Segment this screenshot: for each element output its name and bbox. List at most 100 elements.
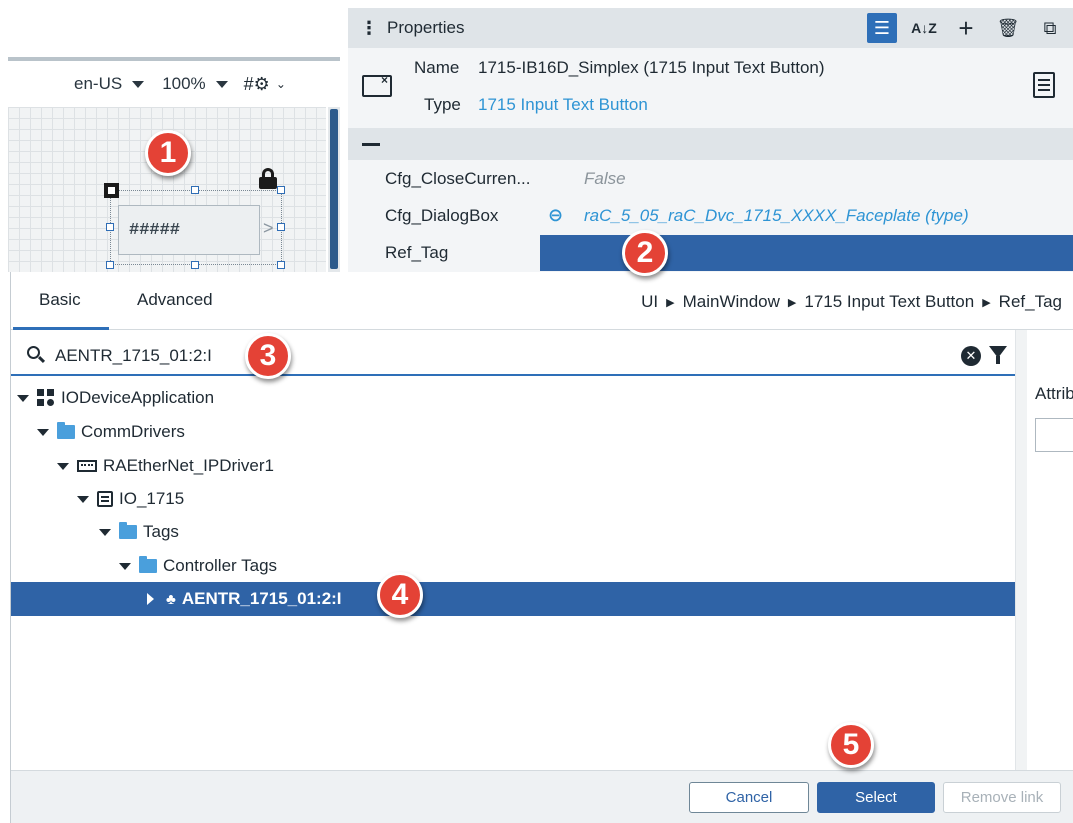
property-row[interactable]: Cfg_CloseCurren... False: [348, 161, 1073, 197]
expand-caret-icon[interactable]: [119, 562, 131, 570]
resize-handle[interactable]: [277, 261, 285, 269]
grid-settings-button[interactable]: #⚙ ⌄: [240, 74, 290, 95]
canvas-top-area: [8, 0, 340, 57]
properties-group-header[interactable]: [348, 128, 1073, 160]
property-label: Cfg_CloseCurren...: [385, 169, 531, 188]
resize-handle[interactable]: [277, 186, 285, 194]
collapse-icon[interactable]: [362, 143, 380, 146]
tree-node-label: Tags: [143, 522, 179, 541]
resize-handle[interactable]: [277, 223, 285, 231]
chevron-down-icon: [132, 80, 145, 88]
tree-node[interactable]: IO_1715: [11, 482, 1015, 516]
zoom-select[interactable]: 100%: [156, 68, 234, 100]
tag-browser-dialog: Basic Advanced UI ▶ MainWindow ▶ 1715 In…: [10, 272, 1073, 823]
callout-marker: 2: [622, 230, 668, 276]
tree-node-label: RAEtherNet_IPDriver1: [103, 456, 275, 475]
properties-identity: Name 1715-IB16D_Simplex (1715 Input Text…: [348, 48, 1073, 128]
locale-select[interactable]: en-US: [68, 68, 151, 100]
breadcrumb-item[interactable]: MainWindow: [683, 292, 780, 312]
zoom-select-value: 100%: [162, 74, 206, 93]
chevron-right-icon: ▶: [787, 296, 797, 309]
grid-settings-icon: #⚙: [243, 73, 270, 94]
tree-node[interactable]: IODeviceApplication: [11, 381, 1015, 415]
tab-advanced[interactable]: Advanced: [137, 290, 213, 310]
properties-header: ⋮ Properties ☰ A↓Z + 🗑 ⧉: [348, 8, 1073, 48]
chevron-right-icon: ▶: [666, 296, 675, 309]
callout-marker: 4: [377, 572, 423, 618]
property-value-link[interactable]: raC_5_05_raC_Dvc_1715_XXXX_Faceplate (ty…: [584, 206, 969, 226]
resize-handle[interactable]: [191, 261, 199, 269]
breadcrumb: UI ▶ MainWindow ▶ 1715 Input Text Button…: [641, 292, 1062, 312]
name-value[interactable]: 1715-IB16D_Simplex (1715 Input Text Butt…: [478, 58, 825, 78]
property-label: Cfg_DialogBox: [385, 206, 499, 225]
tree-node-label: IO_1715: [119, 489, 185, 508]
resize-handle[interactable]: [106, 261, 114, 269]
select-button[interactable]: Select: [817, 782, 935, 813]
chevron-down-icon: [215, 80, 228, 88]
resize-handle[interactable]: [106, 223, 114, 231]
tag-search-input[interactable]: [55, 342, 255, 370]
popout-icon[interactable]: ⧉: [1035, 13, 1065, 43]
network-driver-icon: [77, 460, 97, 472]
callout-marker: 3: [245, 333, 291, 379]
expand-caret-icon[interactable]: [17, 394, 29, 402]
tab-basic[interactable]: Basic: [39, 290, 81, 310]
dialog-tabs: Basic Advanced UI ▶ MainWindow ▶ 1715 In…: [11, 272, 1073, 330]
delete-icon[interactable]: 🗑: [993, 13, 1023, 43]
tree-node-label: CommDrivers: [81, 422, 185, 441]
expand-caret-icon[interactable]: [37, 428, 49, 436]
link-icon[interactable]: ⊖: [548, 205, 570, 227]
drivers-folder-icon: [57, 422, 75, 439]
name-label: Name: [414, 58, 460, 77]
more-options-icon[interactable]: ⋮: [360, 18, 378, 39]
ref-tag-value-field[interactable]: [540, 235, 1073, 271]
property-value[interactable]: False: [584, 169, 626, 189]
type-link[interactable]: 1715 Input Text Button: [478, 95, 648, 115]
breadcrumb-item[interactable]: UI: [641, 292, 658, 312]
tree-node-selected[interactable]: ♣ AENTR_1715_01:2:I: [11, 582, 1015, 616]
sort-categorized-icon[interactable]: ☰: [867, 13, 897, 43]
breadcrumb-item[interactable]: 1715 Input Text Button: [804, 292, 974, 312]
search-icon: [27, 346, 46, 364]
canvas-scrollbar-thumb[interactable]: [330, 109, 338, 269]
tree-node[interactable]: RAEtherNet_IPDriver1: [11, 449, 1015, 483]
widget-placeholder-text: #####: [129, 220, 181, 240]
type-label: Type: [424, 95, 461, 114]
property-row[interactable]: Cfg_DialogBox ⊖ raC_5_05_raC_Dvc_1715_XX…: [348, 198, 1073, 234]
property-row[interactable]: Ref_Tag: [348, 235, 1073, 271]
collapsed-caret-icon[interactable]: [147, 593, 154, 605]
remove-link-button[interactable]: Remove link: [943, 782, 1061, 813]
tree-scrollbar[interactable]: [1015, 330, 1027, 770]
folder-icon: [119, 522, 137, 539]
locale-select-value: en-US: [74, 74, 123, 93]
lock-icon[interactable]: [259, 168, 277, 189]
io-module-icon: [97, 491, 113, 507]
active-tab-indicator: [13, 327, 109, 330]
expand-caret-icon[interactable]: [77, 495, 89, 503]
properties-title: Properties: [387, 18, 465, 37]
input-text-button-widget[interactable]: #####: [118, 205, 260, 255]
attribute-label: Attribute: [1035, 384, 1073, 403]
add-icon[interactable]: +: [951, 13, 981, 43]
breadcrumb-item[interactable]: Ref_Tag: [999, 292, 1062, 312]
resize-handle[interactable]: [191, 186, 199, 194]
properties-list: Cfg_CloseCurren... False Cfg_DialogBox ⊖…: [348, 160, 1073, 272]
tree-node[interactable]: Controller Tags: [11, 549, 1015, 583]
tree-node-label: IODeviceApplication: [61, 388, 215, 407]
sort-az-icon[interactable]: A↓Z: [909, 13, 939, 43]
expand-caret-icon[interactable]: [57, 462, 69, 470]
attribute-field[interactable]: [1035, 418, 1073, 452]
canvas-scrollbar[interactable]: [328, 107, 340, 272]
clear-search-icon[interactable]: ✕: [961, 346, 981, 366]
document-settings-icon[interactable]: [1033, 72, 1055, 98]
widget-type-icon: [104, 183, 119, 198]
expand-caret-icon[interactable]: [99, 528, 111, 536]
component-icon: [362, 73, 392, 97]
tree-node[interactable]: CommDrivers: [11, 415, 1015, 449]
cancel-button[interactable]: Cancel: [689, 782, 809, 813]
tag-search-bar: ✕: [11, 336, 1015, 376]
widget-arrow-icon: >: [263, 218, 274, 238]
tree-node[interactable]: Tags: [11, 515, 1015, 549]
filter-icon[interactable]: [989, 346, 1007, 364]
chevron-right-icon: ▶: [982, 296, 991, 309]
